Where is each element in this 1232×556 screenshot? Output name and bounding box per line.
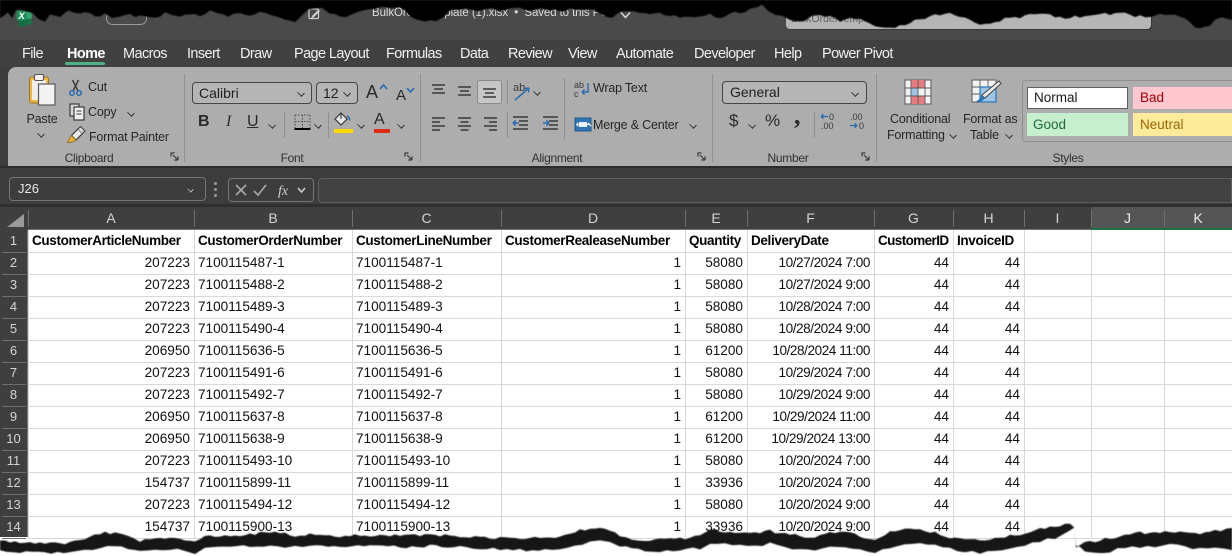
svg-text:fx: fx (278, 184, 289, 199)
svg-text:0: 0 (859, 121, 864, 131)
svg-text:.00: .00 (821, 121, 834, 131)
svg-text:c: c (574, 89, 579, 99)
